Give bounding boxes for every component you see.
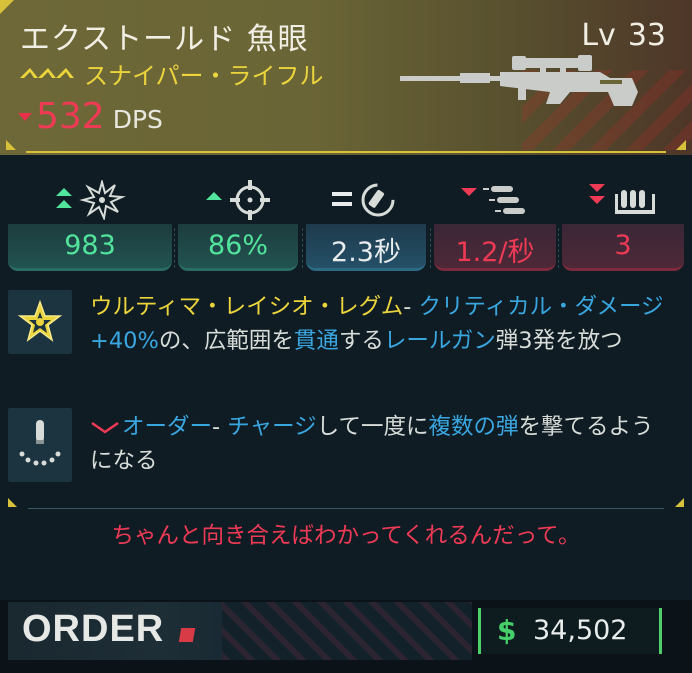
weapon-type-row: スナイパー・ライフル — [20, 56, 324, 91]
item-level: Lv 33 — [581, 18, 666, 53]
stat-separator — [174, 228, 176, 268]
perk-text-segment: の、広範囲を — [158, 328, 294, 354]
perk-text-segment: チャージ — [227, 414, 317, 440]
stat-separator — [430, 228, 432, 268]
perk-text-segment: ウルティマ・レイシオ・レグム — [90, 294, 404, 320]
bullet-burst-icon — [19, 420, 61, 466]
perk-text-segment: して一度に — [316, 414, 429, 440]
perk-text-segment: 複数の弾 — [428, 414, 519, 440]
stat-accuracy: 86% — [178, 168, 298, 271]
stat-magazine: 3 — [562, 168, 684, 271]
stat-value: 983 — [64, 230, 116, 261]
perk-order: オーダー- チャージして一度に複数の弾を撃てるようになる — [0, 406, 692, 486]
item-footer: ORDER $ 34,502 — [0, 600, 692, 673]
perk-text-segment: 貫通 — [293, 328, 339, 354]
brand-square-icon — [178, 628, 196, 642]
order-chevron-icon — [90, 414, 122, 440]
stat-reload: 2.3秒 — [306, 168, 426, 271]
dollar-icon: $ — [497, 614, 517, 647]
corner-marker — [676, 140, 686, 150]
price-box: $ 34,502 — [478, 608, 662, 654]
dps-value: 532 — [36, 96, 105, 137]
level-label: Lv — [581, 18, 616, 53]
level-value: 33 — [627, 18, 666, 53]
corner-marker — [6, 140, 16, 150]
corner-marker — [0, 0, 14, 14]
stat-value: 3 — [614, 230, 632, 261]
stats-panel: 983 86% 2.3秒 1.2/秒 3 — [0, 168, 692, 273]
item-header: エクストールド 魚眼 Lv 33 スナイパー・ライフル 532 DPS — [0, 0, 692, 155]
perk-description: オーダー- チャージして一度に複数の弾を撃てるようになる — [90, 410, 674, 478]
perk-description: ウルティマ・レイシオ・レグム- クリティカル・ダメージ+40%の、広範囲を貫通す… — [90, 290, 674, 358]
dps-down-arrow-icon — [18, 112, 32, 121]
dps-row: 532 DPS — [18, 96, 163, 137]
stat-value: 2.3秒 — [331, 237, 401, 268]
star-perk-icon — [17, 299, 63, 342]
weapon-type: スナイパー・ライフル — [84, 62, 324, 90]
sniper-rifle-icon — [400, 52, 650, 116]
reload-equal-icon — [332, 183, 395, 217]
footer-pattern — [222, 602, 472, 660]
stat-value: 86% — [207, 230, 268, 261]
fire-rate-down-icon — [461, 186, 525, 214]
stat-fire-rate: 1.2/秒 — [434, 168, 556, 271]
stat-damage: 983 — [8, 168, 172, 271]
brand-panel: ORDER — [8, 602, 222, 660]
brand-logo: ORDER — [22, 608, 165, 650]
perk-icon-box — [8, 290, 72, 354]
header-underline — [26, 151, 666, 153]
crosshair-up-icon — [206, 180, 270, 220]
magazine-down-icon — [589, 184, 655, 214]
section-divider — [28, 508, 664, 509]
perk-text-segment: レールガン — [383, 328, 496, 354]
corner-marker — [8, 498, 17, 507]
perk-icon-box — [8, 408, 72, 482]
dps-label: DPS — [112, 105, 163, 134]
corner-marker — [675, 498, 684, 507]
stat-value: 1.2/秒 — [455, 237, 535, 268]
price-value: 34,502 — [533, 615, 628, 646]
perk-ultima-ratio-regum: ウルティマ・レイシオ・レグム- クリティカル・ダメージ+40%の、広範囲を貫通す… — [0, 290, 692, 402]
item-name: エクストールド 魚眼 — [20, 22, 309, 57]
rarity-chevrons-icon — [20, 64, 76, 84]
perk-text-segment: - — [403, 294, 419, 320]
perk-text-segment: オーダー — [122, 414, 213, 440]
perk-text-segment: する — [338, 328, 384, 354]
stat-separator — [302, 228, 304, 268]
flavor-text: ちゃんと向き合えばわかってくれるんだって。 — [111, 523, 581, 549]
stat-separator — [558, 228, 560, 268]
damage-up-icon — [56, 180, 126, 220]
perk-text-segment: - — [212, 414, 228, 440]
perk-text-segment: 弾3発を放つ — [495, 328, 623, 354]
